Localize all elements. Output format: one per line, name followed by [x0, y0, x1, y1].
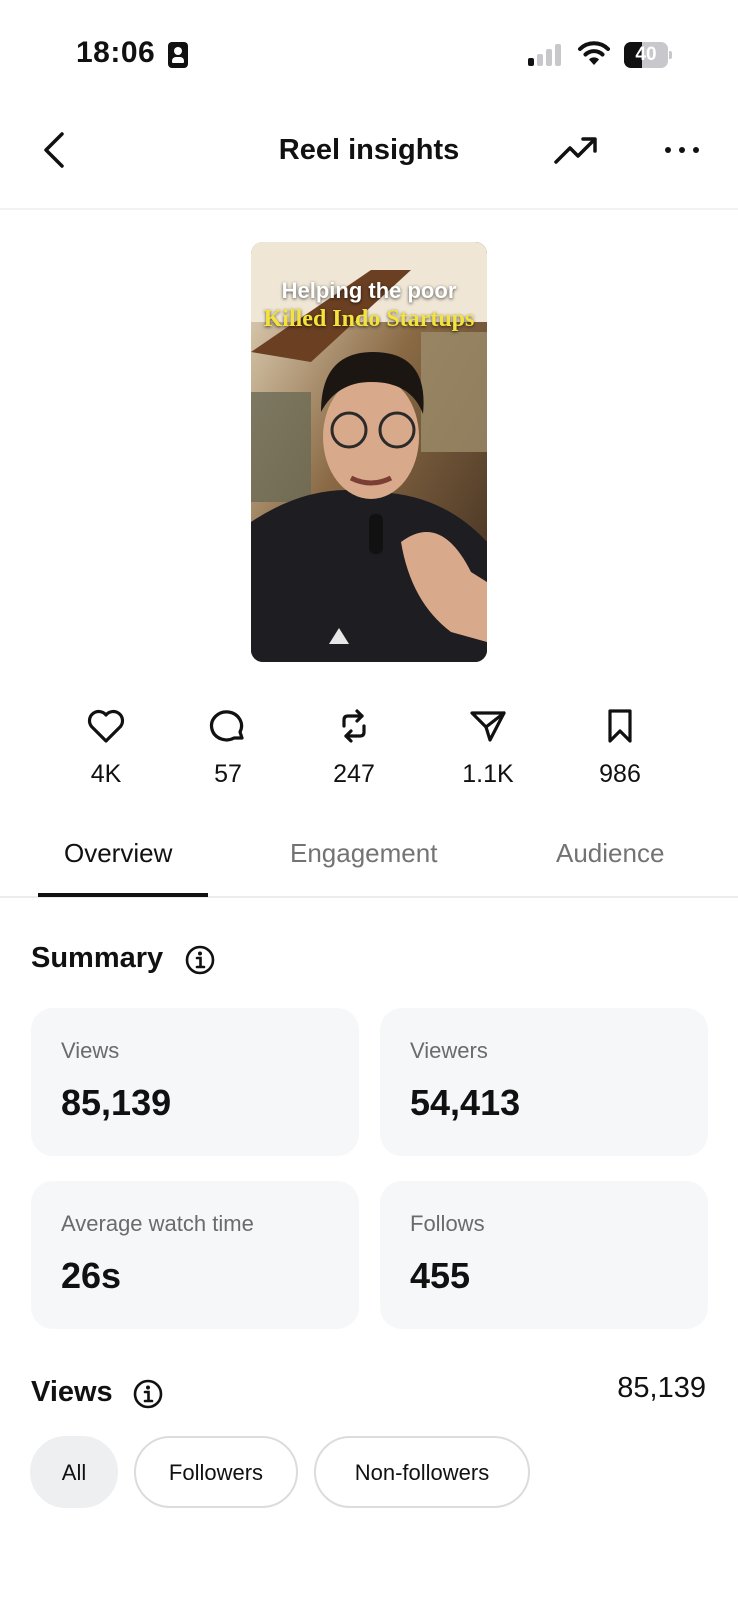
stat-saves: 986 — [570, 708, 670, 789]
comment-icon — [209, 710, 244, 742]
reel-caption-line-1: Helping the poor — [281, 278, 457, 303]
heart-icon — [87, 709, 125, 743]
card-label: Viewers — [410, 1038, 488, 1063]
wifi-icon — [578, 41, 610, 65]
status-time: 18:06 — [76, 36, 156, 69]
filter-chip-non-followers[interactable]: Non-followers — [314, 1436, 530, 1508]
views-title: Views — [31, 1376, 113, 1408]
saves-count: 986 — [599, 760, 641, 788]
trending-up-icon — [554, 137, 597, 164]
header: Reel insights — [0, 110, 738, 210]
filter-chip-all[interactable]: All — [30, 1436, 118, 1508]
reel-caption-line-2: Killed Indo Startups — [263, 306, 475, 332]
card-value: 85,139 — [61, 1082, 172, 1123]
cellular-signal-icon — [528, 44, 562, 66]
summary-card-average-watch-time: Average watch time 26s — [31, 1181, 359, 1329]
reel-caption: Helping the poor Killed Indo Startups — [251, 278, 487, 333]
tab-overview[interactable]: Overview — [64, 838, 172, 869]
status-bar: 18:06 40 — [0, 0, 738, 100]
views-info-icon[interactable] — [132, 1378, 164, 1410]
card-value: 26s — [61, 1255, 122, 1296]
stat-shares: 1.1K — [438, 708, 538, 789]
likes-count: 4K — [90, 760, 122, 788]
more-horizontal-icon — [665, 147, 699, 153]
page-title: Reel insights — [278, 134, 460, 166]
summary-card-follows: Follows 455 — [380, 1181, 708, 1329]
active-tab-indicator — [38, 893, 208, 897]
card-label: Views — [61, 1038, 120, 1063]
card-label: Average watch time — [61, 1211, 254, 1236]
summary-title: Summary — [31, 942, 164, 974]
card-label: Follows — [410, 1211, 485, 1236]
more-options-button[interactable] — [660, 130, 704, 170]
battery-level-text: 40 — [635, 44, 657, 65]
card-value: 455 — [410, 1255, 471, 1296]
views-total: 85,139 — [617, 1372, 706, 1404]
battery-icon: 40 — [624, 42, 672, 68]
stat-likes: 4K — [56, 708, 156, 789]
shares-count: 1.1K — [462, 760, 514, 788]
tab-engagement[interactable]: Engagement — [290, 838, 437, 869]
stat-reposts: 247 — [304, 708, 404, 789]
insights-tabs: Overview Engagement Audience — [0, 820, 738, 898]
summary-info-icon[interactable] — [184, 944, 216, 976]
summary-card-viewers: Viewers 54,413 — [380, 1008, 708, 1156]
bookmark-icon — [608, 709, 632, 743]
share-icon — [470, 711, 506, 742]
trends-button[interactable] — [552, 130, 600, 170]
reposts-count: 247 — [333, 760, 375, 788]
comments-count: 57 — [214, 760, 242, 788]
stat-comments: 57 — [178, 708, 278, 789]
repost-icon — [342, 709, 366, 743]
reel-thumbnail[interactable]: Helping the poor Killed Indo Startups — [251, 242, 487, 662]
card-value: 54,413 — [410, 1082, 521, 1123]
contact-badge-icon — [168, 42, 188, 68]
tab-audience[interactable]: Audience — [556, 838, 664, 869]
filter-chip-followers[interactable]: Followers — [134, 1436, 298, 1508]
summary-card-views: Views 85,139 — [31, 1008, 359, 1156]
